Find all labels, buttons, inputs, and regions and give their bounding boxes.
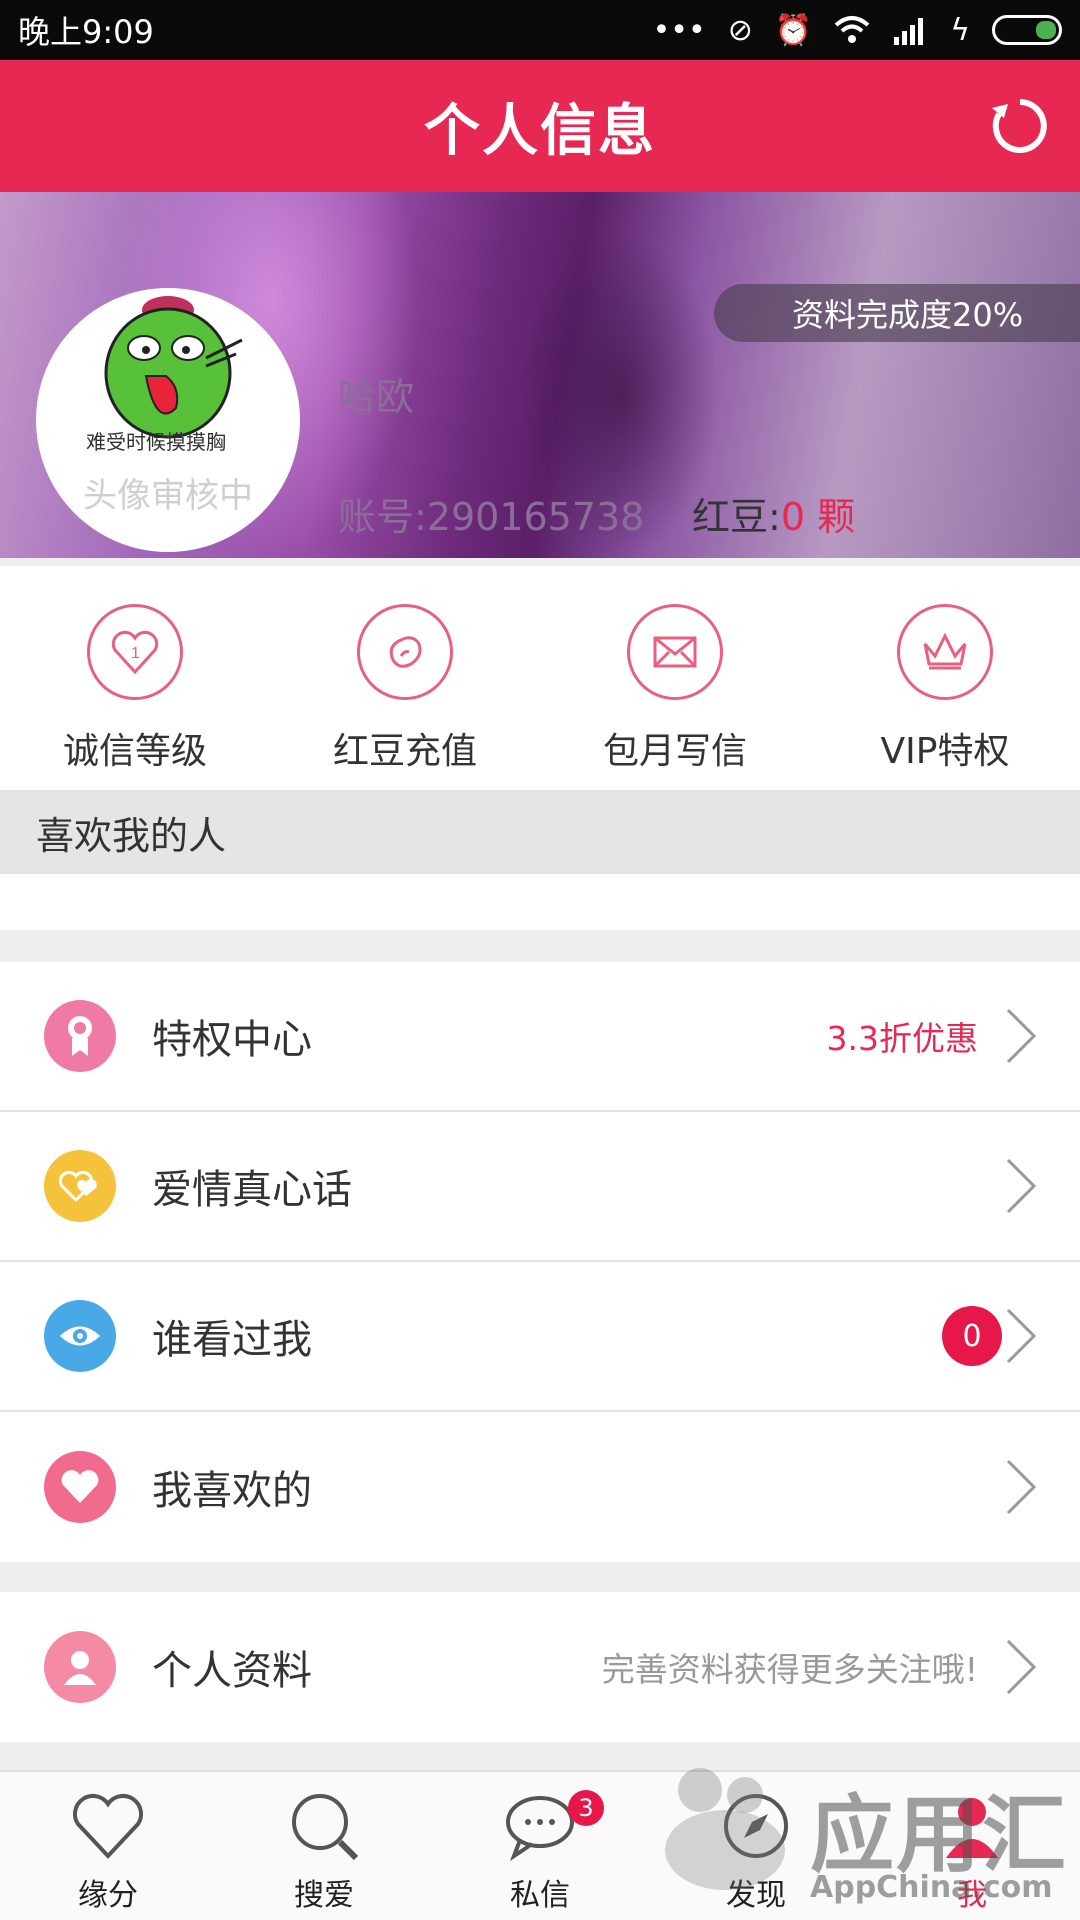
wifi-icon — [834, 16, 870, 43]
menu-item-who-viewed-me[interactable]: 谁看过我 0 — [0, 1262, 1080, 1412]
menu-group-primary: 特权中心 3.3折优惠 爱情真心话 谁看过我 0 我喜欢的 — [0, 962, 1080, 1562]
menu-item-label: 谁看过我 — [152, 1317, 312, 1363]
menu-item-label: 个人资料 — [152, 1648, 312, 1694]
menu-group-secondary: 个人资料 完善资料获得更多关注哦! — [0, 1592, 1080, 1742]
unread-messages-badge: 3 — [568, 1790, 604, 1826]
menu-item-label: 特权中心 — [152, 1017, 312, 1063]
quick-actions: 1 诚信等级 红豆充值 包月写信 VIP特权 — [0, 566, 1080, 790]
red-beans-balance[interactable]: 红豆:0 颗 — [692, 486, 855, 541]
quick-action-monthly-letters[interactable]: 包月写信 — [540, 566, 810, 790]
chevron-right-icon — [1006, 1008, 1037, 1064]
chevron-right-icon — [1006, 1158, 1037, 1214]
tab-discover[interactable]: 发现 — [648, 1772, 864, 1920]
account-number: 账号:290165738 — [338, 495, 645, 539]
status-bar: 晚上9:09 ••• ⊘ ⏰ ϟ — [0, 0, 1080, 60]
avatar-review-status: 头像审核中 — [83, 476, 253, 516]
status-icons: ••• ⊘ ⏰ ϟ — [653, 13, 1062, 48]
chevron-right-icon — [1006, 1459, 1037, 1515]
quick-action-bean-recharge[interactable]: 红豆充值 — [270, 566, 540, 790]
envelope-icon — [627, 604, 723, 700]
tab-label: 缘分 — [78, 1878, 138, 1913]
profile-hint-text: 完善资料获得更多关注哦! — [601, 1650, 978, 1689]
award-icon — [44, 1000, 116, 1072]
red-beans-label: 红豆: — [692, 495, 781, 539]
quick-action-label: VIP特权 — [880, 731, 1010, 772]
quick-action-label: 包月写信 — [602, 731, 747, 772]
heart-badge-icon: 1 — [87, 604, 183, 700]
search-icon — [292, 1794, 359, 1861]
alarm-icon: ⏰ — [774, 12, 813, 48]
avatar[interactable]: 难受时候摸摸胸 头像审核中 — [36, 288, 300, 552]
charging-icon: ϟ — [950, 12, 970, 48]
chevron-right-icon — [1006, 1639, 1037, 1695]
quick-action-label: 红豆充值 — [332, 731, 477, 772]
viewer-count-badge: 0 — [942, 1306, 1002, 1366]
page-title: 个人信息 — [424, 98, 656, 164]
eye-icon — [44, 1300, 116, 1372]
compass-icon — [724, 1794, 788, 1858]
menu-item-label: 我喜欢的 — [152, 1468, 312, 1514]
red-beans-value: 0 颗 — [780, 495, 856, 539]
crown-icon — [897, 604, 993, 700]
heart-outline-icon — [72, 1794, 144, 1859]
tab-label: 我 — [957, 1878, 987, 1913]
tab-messages[interactable]: 私信 3 — [432, 1772, 648, 1920]
menu-item-love-truth[interactable]: 爱情真心话 — [0, 1112, 1080, 1262]
bottom-tab-bar: 缘分 搜爱 私信 3 发现 我 — [0, 1770, 1080, 1920]
svg-text:1: 1 — [131, 645, 140, 662]
likes-section-header[interactable]: 喜欢我的人 — [0, 790, 1080, 874]
love-hearts-icon — [44, 1150, 116, 1222]
bean-icon — [357, 604, 453, 700]
heart-icon — [44, 1451, 116, 1523]
quick-action-vip-privilege[interactable]: VIP特权 — [810, 566, 1080, 790]
profile-icon — [946, 1798, 998, 1858]
avatar-caption: 难受时候摸摸胸 — [86, 430, 226, 454]
quick-action-label: 诚信等级 — [62, 731, 207, 772]
menu-item-i-like[interactable]: 我喜欢的 — [0, 1412, 1080, 1562]
chevron-right-icon — [1006, 1308, 1037, 1364]
status-time: 晚上9:09 — [18, 13, 154, 51]
menu-item-label: 爱情真心话 — [152, 1167, 352, 1213]
person-icon — [44, 1631, 116, 1703]
profile-completion-badge[interactable]: 资料完成度20% — [714, 284, 1080, 342]
title-bar: 个人信息 — [0, 60, 1080, 192]
tab-search-love[interactable]: 搜爱 — [216, 1772, 432, 1920]
tab-label: 私信 — [510, 1878, 570, 1913]
tab-fate[interactable]: 缘分 — [0, 1772, 216, 1920]
menu-item-privilege-center[interactable]: 特权中心 3.3折优惠 — [0, 962, 1080, 1112]
signal-icon — [894, 18, 924, 45]
refresh-icon[interactable] — [990, 96, 1050, 156]
tab-label: 发现 — [726, 1878, 786, 1913]
chat-icon — [506, 1796, 574, 1862]
battery-icon — [992, 15, 1062, 45]
mute-icon: ⊘ — [727, 12, 753, 48]
discount-text: 3.3折优惠 — [826, 1019, 978, 1058]
more-icon: ••• — [652, 12, 706, 48]
menu-item-personal-profile[interactable]: 个人资料 完善资料获得更多关注哦! — [0, 1592, 1080, 1742]
likes-section-content — [0, 874, 1080, 930]
tab-me[interactable]: 我 — [864, 1772, 1080, 1920]
quick-action-integrity-level[interactable]: 1 诚信等级 — [0, 566, 270, 790]
nickname: 哈欧 — [338, 375, 415, 419]
tab-label: 搜爱 — [294, 1878, 354, 1913]
